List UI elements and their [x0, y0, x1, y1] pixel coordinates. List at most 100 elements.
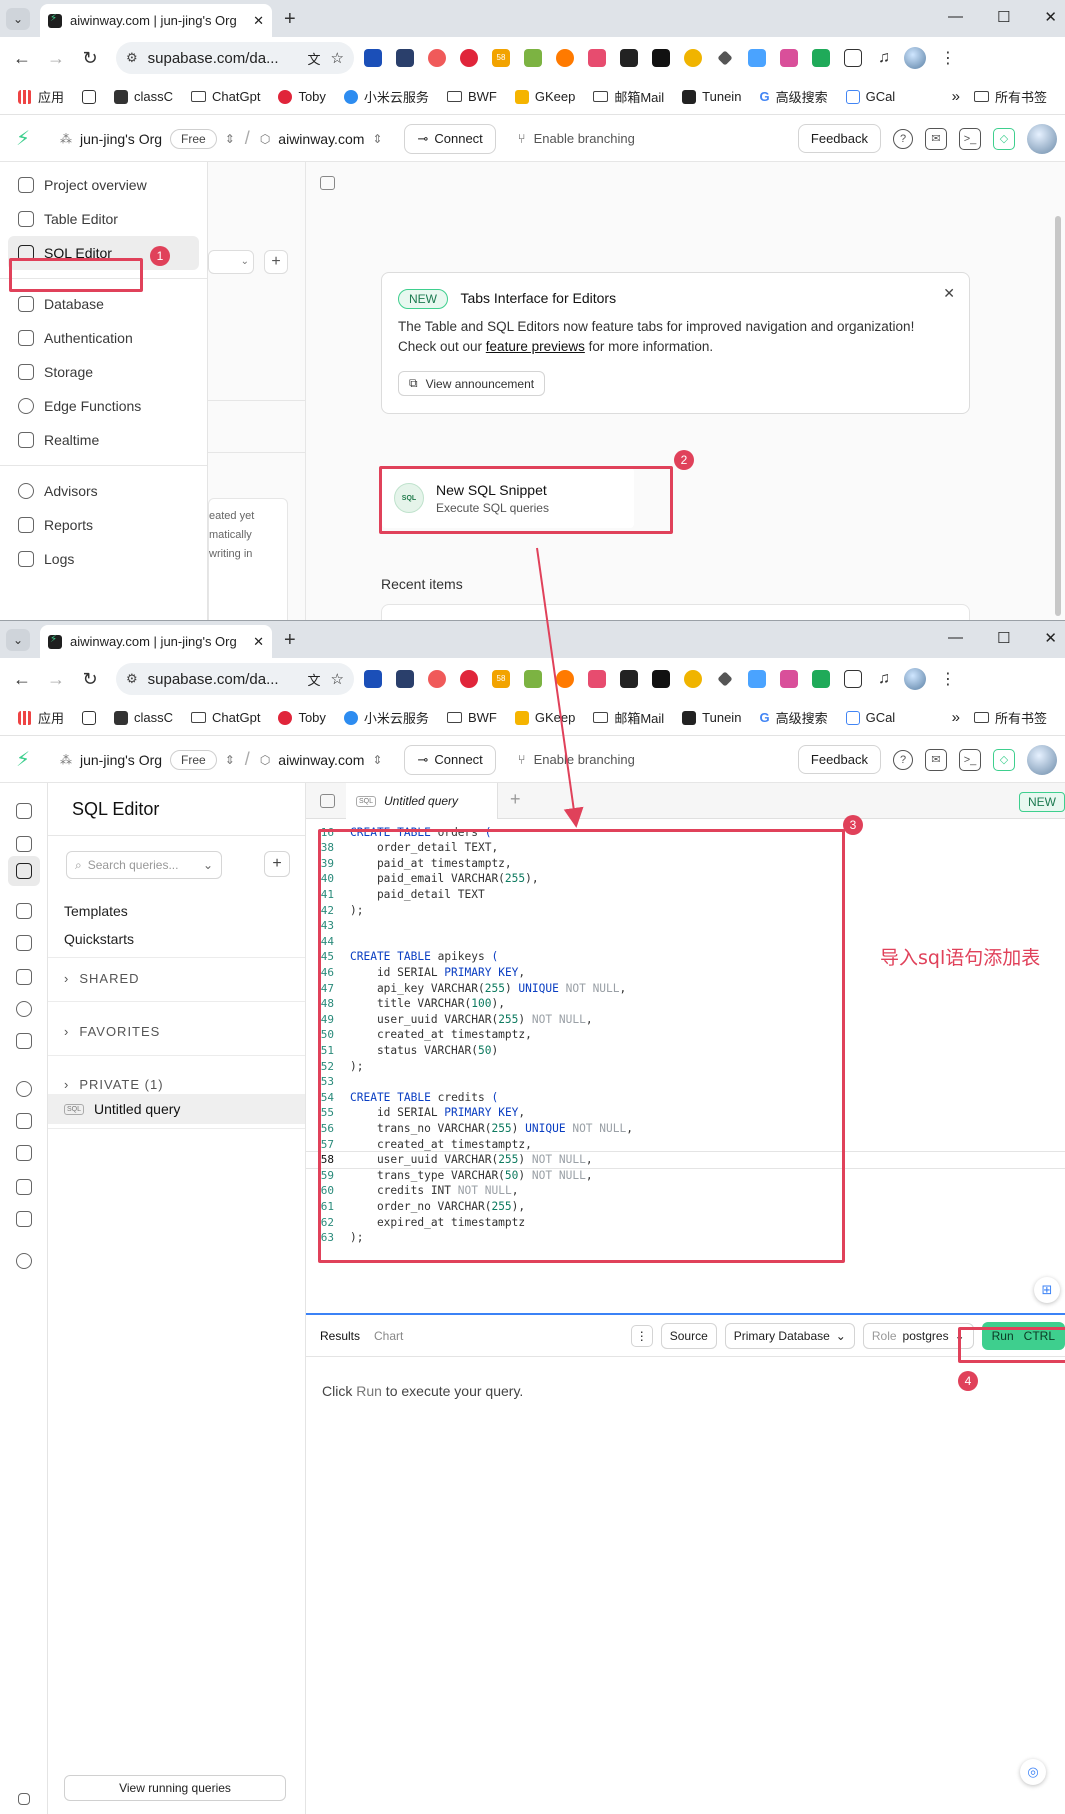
bookmark-star-icon[interactable]: ☆ [331, 49, 344, 67]
sidebar-item-edge-functions[interactable]: Edge Functions [0, 389, 207, 423]
bookmark-gkeep[interactable]: GKeep [514, 89, 575, 104]
terminal-icon[interactable]: >_ [959, 127, 981, 150]
supabase-logo-icon[interactable]: ⚡ [16, 126, 38, 151]
feature-previews-link[interactable]: feature previews [486, 339, 585, 354]
settings-icon[interactable] [16, 1253, 32, 1269]
help-icon[interactable]: ? [893, 749, 913, 770]
extension-dark-icon[interactable] [620, 49, 638, 67]
shared-section[interactable]: › SHARED [64, 971, 140, 986]
org-selector[interactable]: ⁂ jun-jing's Org Free ⇕ [60, 128, 235, 149]
bookmark-mail[interactable]: 邮箱Mail [593, 708, 664, 727]
extension-puzzle-green-icon[interactable] [524, 670, 542, 688]
globe-icon[interactable] [16, 1001, 32, 1017]
media-icon[interactable]: ♫ [878, 49, 890, 67]
sidebar-item-storage[interactable]: Storage [0, 355, 207, 389]
bookmark-gkeep[interactable]: GKeep [514, 710, 575, 725]
extension-dark-icon[interactable] [620, 670, 638, 688]
tab-search-button[interactable]: ⌄ [6, 629, 30, 651]
scrollbar[interactable] [1055, 216, 1061, 616]
omnibox[interactable]: ⚙ supabase.com/da... 文 ☆ [116, 663, 354, 695]
extension-58-icon[interactable]: 58 [492, 670, 510, 688]
templates-link[interactable]: Templates [64, 903, 128, 919]
back-icon[interactable]: ← [10, 48, 34, 69]
chart-icon[interactable] [16, 1113, 32, 1129]
close-tab-icon[interactable]: ✕ [253, 13, 264, 29]
bookmark-bwf[interactable]: BWF [446, 89, 497, 104]
extension-download-icon[interactable] [812, 49, 830, 67]
profile-avatar[interactable] [904, 47, 926, 69]
reload-icon[interactable]: ↻ [78, 669, 102, 690]
private-section[interactable]: › PRIVATE (1) [64, 1077, 164, 1092]
bookmark-gcal[interactable]: GCal [845, 710, 895, 725]
floating-widget-icon[interactable]: ⊞ [1034, 1277, 1060, 1303]
close-tab-icon[interactable]: ✕ [253, 634, 264, 650]
inbox-icon[interactable]: ✉ [925, 127, 947, 150]
favorites-section[interactable]: › FAVORITES [64, 1024, 160, 1039]
terminal-icon[interactable]: >_ [959, 748, 981, 771]
archive-icon[interactable] [16, 969, 32, 985]
close-icon[interactable]: ✕ [943, 285, 955, 302]
terminal-icon[interactable] [16, 863, 32, 879]
quickstarts-link[interactable]: Quickstarts [64, 931, 134, 947]
org-selector[interactable]: ⁂ jun-jing's Org Free ⇕ [60, 749, 235, 770]
extension-chat-icon[interactable] [748, 670, 766, 688]
editor-tab-untitled[interactable]: SQL Untitled query [346, 783, 498, 819]
extension-gauge-icon[interactable] [684, 49, 702, 67]
chat-assistant-icon[interactable]: ◎ [1020, 1759, 1046, 1785]
menu-icon[interactable]: ⋮ [940, 669, 956, 689]
collapse-rail-icon[interactable] [18, 1793, 30, 1805]
home-icon[interactable] [16, 803, 32, 819]
bookmark-xiaomi[interactable]: 小米云服务 [343, 708, 429, 727]
extension-books-icon[interactable] [396, 670, 414, 688]
extension-gauge-icon[interactable] [684, 670, 702, 688]
sidebar-item-database[interactable]: Database [0, 287, 207, 321]
extension-url-icon[interactable] [652, 670, 670, 688]
bookmark-classc[interactable]: classC [114, 710, 173, 725]
bookmark-gcal[interactable]: GCal [845, 89, 895, 104]
extension-v-icon[interactable] [364, 670, 382, 688]
connect-button[interactable]: ⊸ Connect [404, 123, 496, 154]
extension-balloon-icon[interactable] [428, 670, 446, 688]
table-icon[interactable] [16, 836, 32, 852]
extensions-puzzle-icon[interactable] [844, 49, 862, 67]
site-info-icon[interactable]: ⚙ [126, 671, 138, 687]
integrations-icon[interactable] [16, 1211, 32, 1227]
new-editor-tab-button[interactable]: + [510, 789, 521, 810]
new-tab-button[interactable]: + [284, 8, 296, 31]
extension-flag-icon[interactable] [588, 670, 606, 688]
media-icon[interactable]: ♫ [878, 670, 890, 688]
feedback-button[interactable]: Feedback [797, 745, 881, 774]
sidebar-item-advisors[interactable]: Advisors [0, 474, 207, 508]
omnibox[interactable]: ⚙ supabase.com/da... 文 ☆ [116, 42, 354, 74]
extension-chat-icon[interactable] [748, 49, 766, 67]
bookmark-chatgpt[interactable]: ChatGpt [191, 710, 260, 725]
tab-chart[interactable]: Chart [374, 1329, 403, 1343]
project-selector[interactable]: ⬡ aiwinway.com ⇕ [260, 131, 383, 147]
user-avatar[interactable] [1027, 744, 1057, 775]
more-options-icon[interactable]: ⋮ [630, 1324, 653, 1347]
tab-results[interactable]: Results [320, 1329, 360, 1343]
extension-diamond-icon[interactable] [717, 671, 733, 687]
bookmark-star-icon[interactable]: ☆ [331, 670, 344, 688]
database-select[interactable]: Primary Database ⌄ [724, 1322, 855, 1349]
extension-puzzle-green-icon[interactable] [524, 49, 542, 67]
collapse-sidebar-icon[interactable] [320, 176, 335, 190]
extension-pink-icon[interactable] [780, 49, 798, 67]
extensions-puzzle-icon[interactable] [844, 670, 862, 688]
tab-search-button[interactable]: ⌄ [6, 8, 30, 30]
bookmark-apps[interactable]: 应用 [18, 708, 64, 727]
inbox-icon[interactable]: ✉ [925, 748, 947, 771]
sidebar-item-logs[interactable]: Logs [0, 542, 207, 576]
help-icon[interactable]: ? [893, 128, 913, 149]
source-button[interactable]: Source [660, 1322, 717, 1349]
new-tab-button[interactable]: + [284, 629, 296, 652]
bookmark-classc[interactable]: classC [114, 89, 173, 104]
query-list-item[interactable]: SQL Untitled query [48, 1094, 305, 1124]
bookmark-xiaomi[interactable]: 小米云服务 [343, 87, 429, 106]
minimize-icon[interactable]: — [948, 629, 963, 647]
maximize-icon[interactable]: ☐ [997, 8, 1010, 26]
extension-download-icon[interactable] [812, 670, 830, 688]
extension-pink-icon[interactable] [780, 670, 798, 688]
view-announcement-button[interactable]: ⧉ View announcement [398, 371, 546, 396]
bookmark-search[interactable]: G 高级搜索 [759, 87, 827, 106]
